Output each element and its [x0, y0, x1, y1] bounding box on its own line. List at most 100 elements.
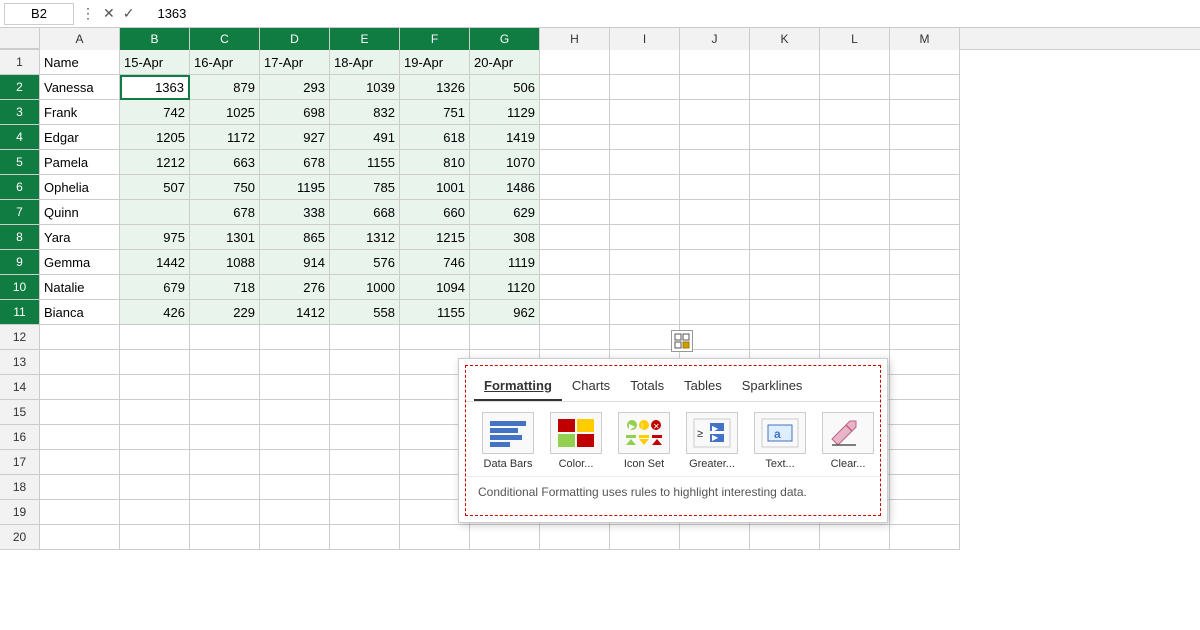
cell-b19[interactable]: [120, 500, 190, 525]
cell-a13[interactable]: [40, 350, 120, 375]
cell-f1[interactable]: 19-Apr: [400, 50, 470, 75]
cell-f10[interactable]: 1094: [400, 275, 470, 300]
cell-i11[interactable]: [610, 300, 680, 325]
cell-h20[interactable]: [540, 525, 610, 550]
cell-k6[interactable]: [750, 175, 820, 200]
cell-k9[interactable]: [750, 250, 820, 275]
cell-e7[interactable]: 668: [330, 200, 400, 225]
cell-i4[interactable]: [610, 125, 680, 150]
confirm-formula-icon[interactable]: ✓: [120, 5, 138, 22]
tab-tables[interactable]: Tables: [674, 372, 732, 401]
cell-reference-input[interactable]: [4, 3, 74, 25]
cell-h9[interactable]: [540, 250, 610, 275]
cell-c1[interactable]: 16-Apr: [190, 50, 260, 75]
cell-a12[interactable]: [40, 325, 120, 350]
cell-a17[interactable]: [40, 450, 120, 475]
cancel-formula-icon[interactable]: ✕: [100, 5, 118, 22]
row-num-6[interactable]: 6: [0, 175, 40, 200]
cell-i5[interactable]: [610, 150, 680, 175]
formula-input[interactable]: [153, 4, 1196, 23]
cell-e13[interactable]: [330, 350, 400, 375]
row-num-13[interactable]: 13: [0, 350, 40, 375]
cell-e11[interactable]: 558: [330, 300, 400, 325]
row-num-10[interactable]: 10: [0, 275, 40, 300]
cell-g1[interactable]: 20-Apr: [470, 50, 540, 75]
col-header-c[interactable]: C: [190, 28, 260, 50]
tab-totals[interactable]: Totals: [620, 372, 674, 401]
qa-icon-data-bars[interactable]: Data Bars: [478, 412, 538, 470]
cell-l20[interactable]: [820, 525, 890, 550]
cell-a3[interactable]: Frank: [40, 100, 120, 125]
cell-f6[interactable]: 1001: [400, 175, 470, 200]
row-num-12[interactable]: 12: [0, 325, 40, 350]
cell-k12[interactable]: [750, 325, 820, 350]
cell-b16[interactable]: [120, 425, 190, 450]
cell-d11[interactable]: 1412: [260, 300, 330, 325]
cell-e10[interactable]: 1000: [330, 275, 400, 300]
cell-f12[interactable]: [400, 325, 470, 350]
cell-k4[interactable]: [750, 125, 820, 150]
col-header-j[interactable]: J: [680, 28, 750, 50]
cell-d20[interactable]: [260, 525, 330, 550]
cell-d9[interactable]: 914: [260, 250, 330, 275]
cell-a4[interactable]: Edgar: [40, 125, 120, 150]
cell-b6[interactable]: 507: [120, 175, 190, 200]
cell-g6[interactable]: 1486: [470, 175, 540, 200]
cell-c2[interactable]: 879: [190, 75, 260, 100]
qa-icon-icon-set[interactable]: ▶ ! ✕ Icon Set: [614, 412, 674, 470]
cell-a16[interactable]: [40, 425, 120, 450]
cell-h5[interactable]: [540, 150, 610, 175]
cell-e16[interactable]: [330, 425, 400, 450]
cell-m2[interactable]: [890, 75, 960, 100]
cell-d1[interactable]: 17-Apr: [260, 50, 330, 75]
cell-d8[interactable]: 865: [260, 225, 330, 250]
cell-l10[interactable]: [820, 275, 890, 300]
cell-a8[interactable]: Yara: [40, 225, 120, 250]
cell-m13[interactable]: [890, 350, 960, 375]
cell-g2[interactable]: 506: [470, 75, 540, 100]
cell-d18[interactable]: [260, 475, 330, 500]
cell-c3[interactable]: 1025: [190, 100, 260, 125]
row-num-8[interactable]: 8: [0, 225, 40, 250]
cell-i20[interactable]: [610, 525, 680, 550]
cell-b2[interactable]: 1363: [120, 75, 190, 100]
cell-g4[interactable]: 1419: [470, 125, 540, 150]
cell-l1[interactable]: [820, 50, 890, 75]
cell-j6[interactable]: [680, 175, 750, 200]
cell-g10[interactable]: 1120: [470, 275, 540, 300]
cell-c14[interactable]: [190, 375, 260, 400]
cell-c8[interactable]: 1301: [190, 225, 260, 250]
cell-f8[interactable]: 1215: [400, 225, 470, 250]
cell-e6[interactable]: 785: [330, 175, 400, 200]
cell-f5[interactable]: 810: [400, 150, 470, 175]
cell-g20[interactable]: [470, 525, 540, 550]
cell-b12[interactable]: [120, 325, 190, 350]
cell-e4[interactable]: 491: [330, 125, 400, 150]
cell-b1[interactable]: 15-Apr: [120, 50, 190, 75]
cell-i3[interactable]: [610, 100, 680, 125]
cell-c5[interactable]: 663: [190, 150, 260, 175]
cell-k7[interactable]: [750, 200, 820, 225]
col-header-b[interactable]: B: [120, 28, 190, 50]
cell-d16[interactable]: [260, 425, 330, 450]
cell-e15[interactable]: [330, 400, 400, 425]
cell-b13[interactable]: [120, 350, 190, 375]
cell-m17[interactable]: [890, 450, 960, 475]
cell-j11[interactable]: [680, 300, 750, 325]
cell-a2[interactable]: Vanessa: [40, 75, 120, 100]
cell-h1[interactable]: [540, 50, 610, 75]
cell-f9[interactable]: 746: [400, 250, 470, 275]
row-num-17[interactable]: 17: [0, 450, 40, 475]
cell-i2[interactable]: [610, 75, 680, 100]
qa-icon-text[interactable]: a Text...: [750, 412, 810, 470]
cell-d12[interactable]: [260, 325, 330, 350]
cell-e2[interactable]: 1039: [330, 75, 400, 100]
cell-l4[interactable]: [820, 125, 890, 150]
cell-b20[interactable]: [120, 525, 190, 550]
cell-g8[interactable]: 308: [470, 225, 540, 250]
col-header-i[interactable]: I: [610, 28, 680, 50]
cell-f2[interactable]: 1326: [400, 75, 470, 100]
cell-l6[interactable]: [820, 175, 890, 200]
cell-a20[interactable]: [40, 525, 120, 550]
cell-i1[interactable]: [610, 50, 680, 75]
